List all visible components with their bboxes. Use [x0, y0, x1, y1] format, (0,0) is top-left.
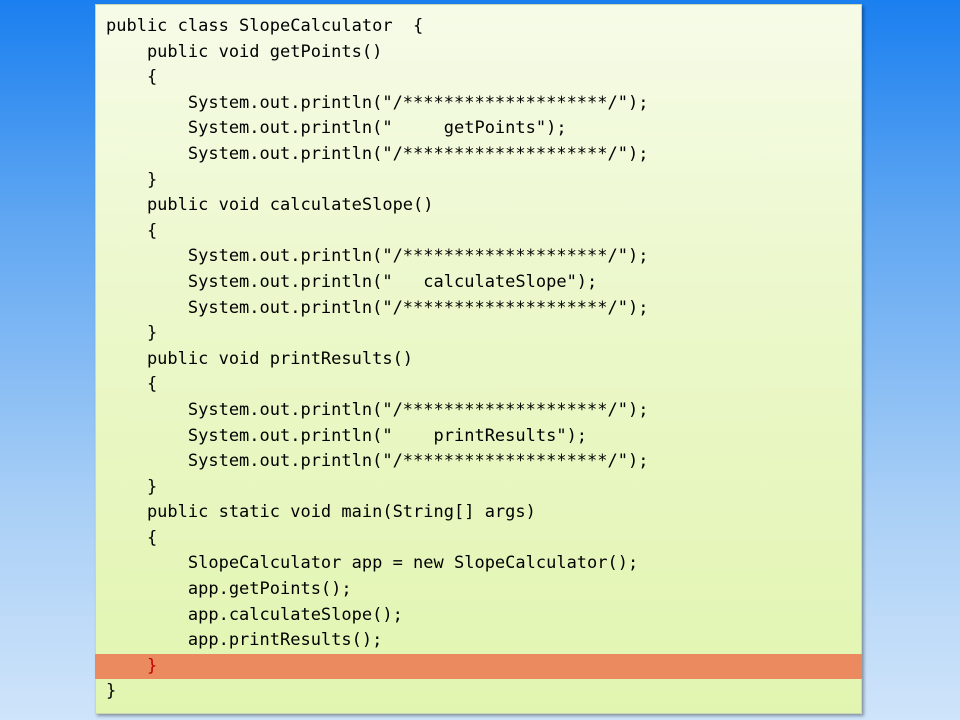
code-text: public void printResults() [106, 348, 414, 369]
code-panel: public class SlopeCalculator { public vo… [95, 4, 862, 714]
code-text: public static void main(String[] args) [106, 502, 536, 523]
code-line-9: { [96, 219, 861, 245]
code-line-7: } [96, 168, 861, 194]
code-text: } [106, 169, 158, 190]
code-line-13: } [96, 321, 861, 347]
code-line-5: System.out.println(" getPoints"); [96, 116, 861, 142]
code-text: System.out.println(" printResults"); [106, 425, 588, 446]
code-line-15: { [96, 372, 861, 398]
code-text: { [106, 374, 158, 395]
code-line-12: System.out.println("/*******************… [96, 296, 861, 322]
code-text: public void calculateSlope() [106, 195, 434, 216]
code-line-20: public static void main(String[] args) [96, 500, 861, 526]
code-lines: public class SlopeCalculator { public vo… [95, 14, 862, 705]
code-text: System.out.println("/*******************… [106, 399, 649, 420]
code-text: System.out.println(" calculateSlope"); [106, 271, 598, 292]
code-line-23: app.getPoints(); [96, 577, 861, 603]
code-line-17: System.out.println(" printResults"); [96, 424, 861, 450]
code-text: System.out.println("/*******************… [106, 143, 649, 164]
code-text: } [106, 476, 158, 497]
code-text: { [106, 220, 158, 241]
code-text: app.printResults(); [106, 630, 383, 651]
code-text: app.calculateSlope(); [106, 604, 403, 625]
code-line-1: public class SlopeCalculator { [96, 14, 861, 40]
code-line-6: System.out.println("/*******************… [96, 142, 861, 168]
code-line-26-highlighted: } [95, 653, 862, 680]
code-text: System.out.println("/*******************… [106, 297, 649, 318]
code-text: { [106, 527, 158, 548]
code-text: } [106, 681, 117, 702]
code-line-2: public void getPoints() [96, 40, 861, 66]
code-text: app.getPoints(); [106, 579, 352, 600]
code-text: System.out.println("/*******************… [106, 451, 649, 472]
code-line-10: System.out.println("/*******************… [96, 244, 861, 270]
code-text: System.out.println("/*******************… [106, 92, 649, 113]
code-line-19: } [96, 475, 861, 501]
code-text: SlopeCalculator app = new SlopeCalculato… [106, 553, 639, 574]
code-text: public void getPoints() [106, 41, 383, 62]
code-line-21: { [96, 526, 861, 552]
code-line-16: System.out.println("/*******************… [96, 398, 861, 424]
code-line-8: public void calculateSlope() [96, 193, 861, 219]
code-line-25: app.printResults(); [96, 628, 861, 654]
code-text: System.out.println(" getPoints"); [106, 118, 567, 139]
code-line-18: System.out.println("/*******************… [96, 449, 861, 475]
code-line-22: SlopeCalculator app = new SlopeCalculato… [96, 551, 861, 577]
code-text: } [106, 655, 158, 676]
code-line-3: { [96, 65, 861, 91]
code-line-4: System.out.println("/*******************… [96, 91, 861, 117]
code-line-14: public void printResults() [96, 347, 861, 373]
code-text: System.out.println("/*******************… [106, 246, 649, 267]
code-line-11: System.out.println(" calculateSlope"); [96, 270, 861, 296]
code-text: } [106, 323, 158, 344]
code-text: public class SlopeCalculator { [106, 16, 424, 36]
code-text: { [106, 67, 158, 88]
code-line-24: app.calculateSlope(); [96, 603, 861, 629]
code-line-27: } [96, 679, 861, 705]
